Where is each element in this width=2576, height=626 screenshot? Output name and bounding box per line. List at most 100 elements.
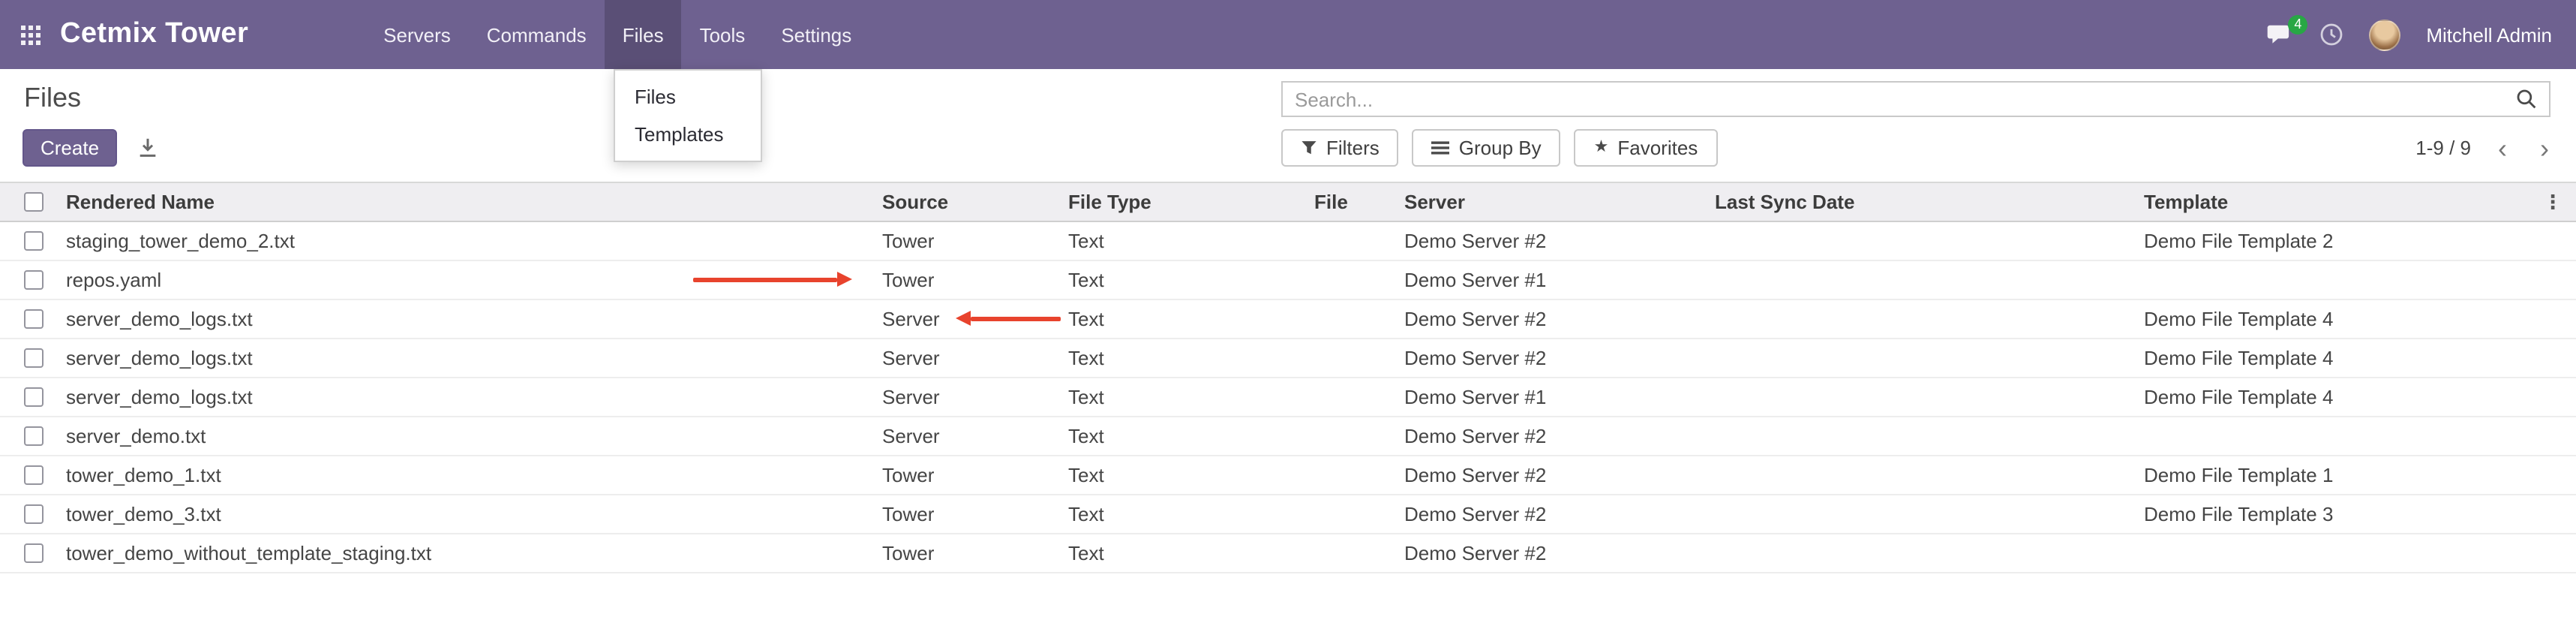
table-row[interactable]: tower_demo_3.txt Tower Text Demo Server … <box>0 495 2576 534</box>
row-checkbox[interactable] <box>24 465 44 485</box>
cell-rendered-name: staging_tower_demo_2.txt <box>66 230 882 252</box>
cell-template: Demo File Template 1 <box>2144 464 2535 486</box>
menu-tools[interactable]: Tools <box>682 0 764 69</box>
search-box <box>1281 81 2550 117</box>
cell-file-type: Text <box>1068 269 1314 291</box>
cell-rendered-name: tower_demo_without_template_staging.txt <box>66 542 882 564</box>
menu-files[interactable]: Files <box>605 0 682 69</box>
apps-grid-icon[interactable] <box>21 25 41 44</box>
pager-next-button[interactable]: › <box>2534 134 2555 161</box>
row-checkbox[interactable] <box>24 387 44 407</box>
activities-clock-icon[interactable] <box>2319 23 2343 47</box>
cell-server: Demo Server #2 <box>1404 308 1715 330</box>
cell-template: Demo File Template 4 <box>2144 308 2535 330</box>
row-checkbox[interactable] <box>24 426 44 446</box>
table-row[interactable]: staging_tower_demo_2.txt Tower Text Demo… <box>0 222 2576 261</box>
row-checkbox[interactable] <box>24 543 44 563</box>
filters-button[interactable]: Filters <box>1281 129 1399 167</box>
pager: 1-9 / 9 ‹ › <box>2415 129 2555 167</box>
menu-settings[interactable]: Settings <box>763 0 869 69</box>
menu-servers[interactable]: Servers <box>365 0 469 69</box>
cell-template: Demo File Template 4 <box>2144 386 2535 408</box>
cell-rendered-name: tower_demo_1.txt <box>66 464 882 486</box>
cell-rendered-name: server_demo_logs.txt <box>66 347 882 369</box>
search-icon[interactable] <box>2516 89 2537 110</box>
row-checkbox[interactable] <box>24 504 44 524</box>
page-title: Files <box>24 83 81 114</box>
cell-template: Demo File Template 2 <box>2144 230 2535 252</box>
cell-template: Demo File Template 4 <box>2144 347 2535 369</box>
column-header-rendered-name[interactable]: Rendered Name <box>66 191 882 213</box>
cell-server: Demo Server #2 <box>1404 503 1715 525</box>
table-row[interactable]: server_demo_logs.txt Server Text Demo Se… <box>0 300 2576 339</box>
apps-grid-icon-svg <box>21 25 41 44</box>
download-button[interactable] <box>137 137 159 159</box>
pager-previous-button[interactable]: ‹ <box>2492 134 2513 161</box>
annotation-arrow-left <box>956 311 1061 326</box>
cell-file-type: Text <box>1068 308 1314 330</box>
annotation-arrow-right <box>693 272 852 287</box>
messages-icon[interactable]: 4 <box>2267 23 2294 46</box>
table-row[interactable]: server_demo_logs.txt Server Text Demo Se… <box>0 378 2576 417</box>
cell-server: Demo Server #2 <box>1404 542 1715 564</box>
cell-file-type: Text <box>1068 347 1314 369</box>
cell-server: Demo Server #1 <box>1404 269 1715 291</box>
cell-source: Tower <box>882 503 1068 525</box>
table-row[interactable]: server_demo.txt Server Text Demo Server … <box>0 417 2576 456</box>
row-checkbox[interactable] <box>24 348 44 368</box>
cell-server: Demo Server #1 <box>1404 386 1715 408</box>
cell-file-type: Text <box>1068 425 1314 447</box>
optional-columns-toggle[interactable]: ⋮ <box>2543 190 2562 214</box>
favorites-button[interactable]: ★ Favorites <box>1575 129 1718 167</box>
cell-server: Demo Server #2 <box>1404 464 1715 486</box>
filters-label: Filters <box>1326 137 1380 159</box>
column-header-server[interactable]: Server <box>1404 191 1715 213</box>
dropdown-item-templates[interactable]: Templates <box>615 116 761 153</box>
user-avatar[interactable] <box>2369 19 2400 50</box>
cell-template: Demo File Template 3 <box>2144 503 2535 525</box>
navbar-systray: 4 Mitchell Admin <box>2267 19 2552 50</box>
row-checkbox[interactable] <box>24 231 44 251</box>
menu-commands[interactable]: Commands <box>469 0 605 69</box>
cell-source: Server <box>882 386 1068 408</box>
clock-icon <box>2319 23 2343 47</box>
group-by-icon <box>1432 140 1450 156</box>
magnifier-icon <box>2516 89 2537 110</box>
arrow-shaft <box>971 316 1061 321</box>
app-window: Cetmix Tower Servers Commands Files Tool… <box>0 0 2576 626</box>
search-options: Filters Group By ★ Favorites <box>1281 129 1717 167</box>
column-header-template[interactable]: Template <box>2144 191 2535 213</box>
select-all-checkbox[interactable] <box>24 192 44 212</box>
cell-file-type: Text <box>1068 386 1314 408</box>
table-row[interactable]: tower_demo_without_template_staging.txt … <box>0 534 2576 573</box>
column-header-file[interactable]: File <box>1314 191 1404 213</box>
create-button[interactable]: Create <box>23 129 117 167</box>
table-row[interactable]: server_demo_logs.txt Server Text Demo Se… <box>0 339 2576 378</box>
cell-source: Tower <box>882 230 1068 252</box>
cell-rendered-name: tower_demo_3.txt <box>66 503 882 525</box>
user-menu[interactable]: Mitchell Admin <box>2426 23 2552 46</box>
app-brand[interactable]: Cetmix Tower <box>60 18 248 51</box>
arrow-shaft <box>693 277 837 281</box>
row-checkbox[interactable] <box>24 309 44 329</box>
cell-file-type: Text <box>1068 464 1314 486</box>
cell-server: Demo Server #2 <box>1404 425 1715 447</box>
cell-rendered-name: server_demo_logs.txt <box>66 308 882 330</box>
cell-source: Server <box>882 425 1068 447</box>
table-row[interactable]: repos.yaml Tower Text Demo Server #1 <box>0 261 2576 300</box>
cell-source: Server <box>882 347 1068 369</box>
dropdown-item-files[interactable]: Files <box>615 78 761 116</box>
cell-file-type: Text <box>1068 542 1314 564</box>
group-by-button[interactable]: Group By <box>1413 129 1561 167</box>
cell-file-type: Text <box>1068 230 1314 252</box>
column-header-last-sync-date[interactable]: Last Sync Date <box>1715 191 2144 213</box>
column-header-file-type[interactable]: File Type <box>1068 191 1314 213</box>
cell-source: Tower <box>882 464 1068 486</box>
cell-rendered-name: server_demo_logs.txt <box>66 386 882 408</box>
table-row[interactable]: tower_demo_1.txt Tower Text Demo Server … <box>0 456 2576 495</box>
group-by-label: Group By <box>1459 137 1542 159</box>
search-input[interactable] <box>1295 88 2516 110</box>
row-checkbox[interactable] <box>24 270 44 290</box>
arrow-head-right <box>837 272 852 287</box>
column-header-source[interactable]: Source <box>882 191 1068 213</box>
